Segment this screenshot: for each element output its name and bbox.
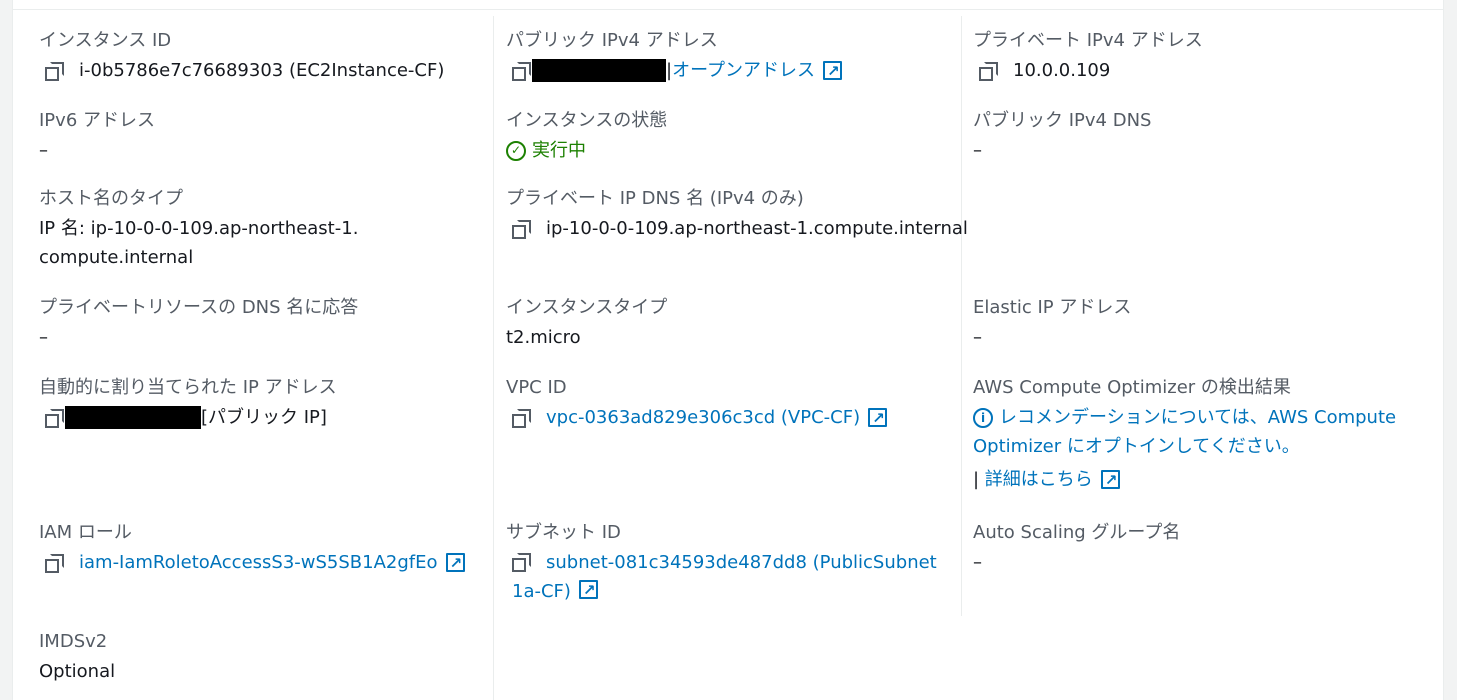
- auto-ip-suffix: [パブリック IP]: [201, 407, 327, 428]
- learn-more-link[interactable]: 詳細はこちら: [985, 465, 1093, 494]
- field-auto-scaling-group: Auto Scaling グループ名 –: [973, 522, 1180, 577]
- external-link-icon[interactable]: [868, 404, 888, 433]
- field-elastic-ip: Elastic IP アドレス –: [973, 297, 1131, 352]
- compute-optimizer-message[interactable]: レコメンデーションについては、AWS Compute Optimizer にオプ…: [973, 407, 1396, 457]
- field-auto-assigned-ip: 自動的に割り当てられた IP アドレス [パブリック IP]: [39, 377, 337, 432]
- external-link-icon[interactable]: [1100, 466, 1120, 495]
- auto-ip-label: 自動的に割り当てられた IP アドレス: [39, 377, 337, 398]
- column-divider-1: [493, 16, 494, 700]
- field-vpc-id: VPC ID vpc-0363ad829e306c3cd (VPC-CF): [506, 377, 888, 433]
- public-ipv4-dns-label: パブリック IPv4 DNS: [973, 110, 1152, 131]
- field-ipv6: IPv6 アドレス –: [39, 110, 155, 165]
- field-hostname-type: ホスト名のタイプ IP 名: ip-10-0-0-109.ap-northeas…: [39, 188, 359, 272]
- field-private-ip-dns: プライベート IP DNS 名 (IPv4 のみ) ip-10-0-0-109.…: [506, 188, 968, 243]
- instance-details-panel: インスタンス ID i-0b5786e7c76689303 (EC2Instan…: [12, 0, 1444, 700]
- instance-state-label: インスタンスの状態: [506, 110, 668, 131]
- copy-icon[interactable]: [45, 61, 64, 81]
- external-link-icon[interactable]: [578, 576, 598, 605]
- imdsv2-label: IMDSv2: [39, 631, 108, 652]
- field-public-ipv4-dns: パブリック IPv4 DNS –: [973, 110, 1151, 165]
- iam-role-link[interactable]: iam-IamRoletoAccessS3-wS5SB1A2gfEo: [79, 548, 438, 577]
- copy-icon[interactable]: [45, 408, 64, 428]
- field-subnet-id: サブネット ID subnet-081c34593de487dd8 (Publi…: [506, 522, 946, 606]
- subnet-id-label: サブネット ID: [506, 522, 621, 543]
- external-link-icon[interactable]: [823, 57, 842, 86]
- copy-icon[interactable]: [45, 553, 64, 573]
- asg-label: Auto Scaling グループ名: [973, 522, 1181, 543]
- field-instance-state: インスタンスの状態 ✓ 実行中: [506, 110, 667, 165]
- subnet-id-link[interactable]: subnet-081c34593de487dd8 (PublicSubnet1a…: [512, 552, 937, 602]
- instance-type-label: インスタンスタイプ: [506, 297, 668, 318]
- copy-icon[interactable]: [512, 219, 531, 239]
- field-private-resource-dns: プライベートリソースの DNS 名に応答 –: [39, 297, 358, 352]
- field-imdsv2: IMDSv2 Optional: [39, 631, 115, 686]
- asg-value: –: [973, 552, 982, 573]
- field-iam-role: IAM ロール iam-IamRoletoAccessS3-wS5SB1A2gf…: [39, 522, 465, 578]
- copy-icon[interactable]: [512, 61, 531, 81]
- public-ipv4-dns-value: –: [973, 140, 982, 161]
- private-ip-dns-value: ip-10-0-0-109.ap-northeast-1.compute.int…: [546, 218, 968, 239]
- redacted-ip: [65, 406, 201, 429]
- hostname-type-value: IP 名: ip-10-0-0-109.ap-northeast-1.compu…: [39, 218, 359, 268]
- ipv6-value: –: [39, 140, 48, 161]
- compute-optimizer-label: AWS Compute Optimizer の検出結果: [973, 377, 1291, 398]
- field-instance-id: インスタンス ID i-0b5786e7c76689303 (EC2Instan…: [39, 30, 444, 85]
- private-ipv4-label: プライベート IPv4 アドレス: [973, 30, 1203, 51]
- imdsv2-value: Optional: [39, 661, 116, 682]
- vpc-id-label: VPC ID: [506, 377, 567, 398]
- private-ipv4-value: 10.0.0.109: [1013, 60, 1111, 81]
- elastic-ip-value: –: [973, 327, 982, 348]
- check-circle-icon: ✓: [506, 140, 526, 161]
- copy-icon[interactable]: [512, 553, 531, 572]
- field-compute-optimizer: AWS Compute Optimizer の検出結果 i レコメンデーションにつ…: [973, 377, 1413, 495]
- copy-icon[interactable]: [979, 61, 998, 81]
- instance-type-value: t2.micro: [506, 327, 581, 348]
- private-resource-dns-value: –: [39, 327, 48, 348]
- top-border: [13, 9, 1443, 10]
- instance-id-label: インスタンス ID: [39, 30, 172, 51]
- iam-role-label: IAM ロール: [39, 522, 132, 543]
- hostname-type-label: ホスト名のタイプ: [39, 188, 183, 209]
- field-public-ipv4: パブリック IPv4 アドレス | オープンアドレス: [506, 30, 842, 86]
- private-resource-dns-label: プライベートリソースの DNS 名に応答: [39, 297, 359, 318]
- vpc-id-link[interactable]: vpc-0363ad829e306c3cd (VPC-CF): [546, 403, 860, 432]
- copy-icon[interactable]: [512, 408, 531, 428]
- field-private-ipv4: プライベート IPv4 アドレス 10.0.0.109: [973, 30, 1203, 85]
- separator: |: [973, 469, 985, 490]
- elastic-ip-label: Elastic IP アドレス: [973, 297, 1132, 318]
- private-ip-dns-label: プライベート IP DNS 名 (IPv4 のみ): [506, 188, 804, 209]
- open-address-link[interactable]: オープンアドレス: [672, 56, 815, 85]
- external-link-icon[interactable]: [445, 549, 465, 578]
- redacted-public-ip: [532, 59, 666, 82]
- ipv6-label: IPv6 アドレス: [39, 110, 155, 131]
- instance-id-value: i-0b5786e7c76689303 (EC2Instance-CF): [79, 60, 445, 81]
- column-divider-2: [961, 16, 962, 616]
- public-ipv4-label: パブリック IPv4 アドレス: [506, 30, 718, 51]
- instance-state-value: 実行中: [532, 140, 586, 161]
- field-instance-type: インスタンスタイプ t2.micro: [506, 297, 667, 352]
- info-icon: i: [973, 408, 993, 428]
